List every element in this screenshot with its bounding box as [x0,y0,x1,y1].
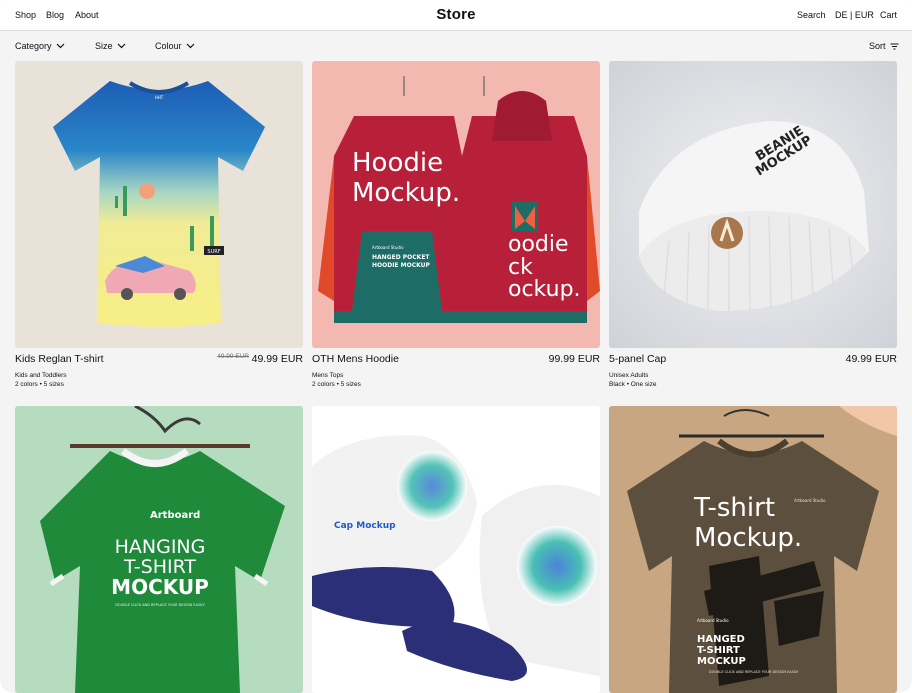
product-image-caps[interactable]: Cap Mockup [312,406,600,693]
tee-title-line1: HANGED [697,634,745,645]
product-price: 49.99 EUR [251,353,303,365]
product-price: 99.99 EUR [548,353,600,365]
language-currency-switch[interactable]: DE | EUR [835,10,874,20]
tee-brand-text: Artboard Studio [794,498,826,503]
product-card-5-panel-cap[interactable]: BEANIE MOCKUP 5-panel Cap 49.99 EUR Unis… [609,61,897,388]
tee-studio-text: Artboard Studio [697,618,729,623]
product-card-cap-mockup[interactable]: Cap Mockup [312,406,600,693]
pocket-title-line2: HOODIE MOCKUP [372,262,431,269]
store-logo-title[interactable]: Store [0,6,912,23]
tee-brand-text: Artboard [150,510,200,521]
sort-button[interactable]: Sort [869,41,899,51]
cart-link[interactable]: Cart [880,10,897,20]
product-category: Mens Tops [312,372,344,379]
chevron-down-icon [56,43,64,49]
tee-title-line2: T-SHIRT [697,645,740,656]
product-variants: 2 colors • 5 sizes [312,381,361,388]
hoodie-print-line2: Mockup. [352,178,460,208]
product-name[interactable]: Kids Reglan T-shirt [15,353,104,365]
product-image-beanie[interactable]: BEANIE MOCKUP [609,61,897,348]
product-image-green-tshirt[interactable]: Artboard HANGING T-SHIRT MOCKUP DOUBLE C… [15,406,303,693]
neck-tag-text: HHT [155,95,164,100]
product-card-hanging-tshirt[interactable]: Artboard HANGING T-SHIRT MOCKUP DOUBLE C… [15,406,303,693]
tee-print-line3: MOCKUP [111,575,209,599]
product-card-oth-mens-hoodie[interactable]: Hoodie Mockup. oodie ck ockup. Artboard … [312,61,600,388]
size-filter-label: Size [95,41,113,51]
tee-print-line1: HANGING [115,536,206,558]
chevron-down-icon [117,43,125,49]
pocket-title-line1: HANGED POCKET [372,254,430,261]
product-price: 49.99 EUR [845,353,897,365]
top-navigation-bar: Shop Blog About Store Search DE | EUR Ca… [0,0,912,31]
product-card-kids-reglan-tshirt[interactable]: SURF HHT Kids Reglan T-shirt 49.99 EUR 4… [15,61,303,388]
category-filter-label: Category [15,41,52,51]
product-variants: 2 colors • 5 sizes [15,381,64,388]
product-card-tshirt-mockup[interactable]: T-shirt Mockup. Artboard Studio Artboard… [609,406,897,693]
sort-lines-icon [890,43,899,49]
product-image-brown-tshirt[interactable]: T-shirt Mockup. Artboard Studio Artboard… [609,406,897,693]
cap-logo-text: Cap Mockup [334,521,396,531]
category-filter-dropdown[interactable]: Category [15,41,65,51]
hoodie-back-line3: ockup. [508,277,581,302]
filter-bar: Category Size Colour Sort [0,31,912,61]
sign-text: SURF [207,249,220,255]
size-filter-dropdown[interactable]: Size [95,41,126,51]
sort-label: Sort [869,41,886,51]
tee-print-small: DOUBLE CLICK AND REPLACE YOUR DESIGN EAS… [115,603,205,607]
product-name[interactable]: OTH Mens Hoodie [312,353,399,365]
tee-print-line1: T-shirt [693,493,775,523]
colour-filter-dropdown[interactable]: Colour [155,41,195,51]
product-variants: Black • One size [609,381,657,388]
pocket-brand-text: Artboard Studio [372,245,404,250]
colour-filter-label: Colour [155,41,182,51]
product-old-price: 49.99 EUR [217,353,249,360]
search-link[interactable]: Search [797,10,826,20]
tee-print-small: DOUBLE CLICK AND REPLACE YOUR DESIGN EAS… [709,670,799,674]
chevron-down-icon [186,43,194,49]
hoodie-back-line1: oodie [508,232,569,257]
tee-title-line3: MOCKUP [697,656,746,667]
product-category: Unisex Adults [609,372,649,379]
product-category: Kids and Toddlers [15,372,67,379]
product-image-hoodie[interactable]: Hoodie Mockup. oodie ck ockup. Artboard … [312,61,600,348]
hoodie-print-line1: Hoodie [352,148,443,178]
tee-print-line2: Mockup. [694,523,802,553]
store-page: Shop Blog About Store Search DE | EUR Ca… [0,0,912,693]
product-name[interactable]: 5-panel Cap [609,353,666,365]
product-image-kids-tshirt[interactable]: SURF HHT [15,61,303,348]
